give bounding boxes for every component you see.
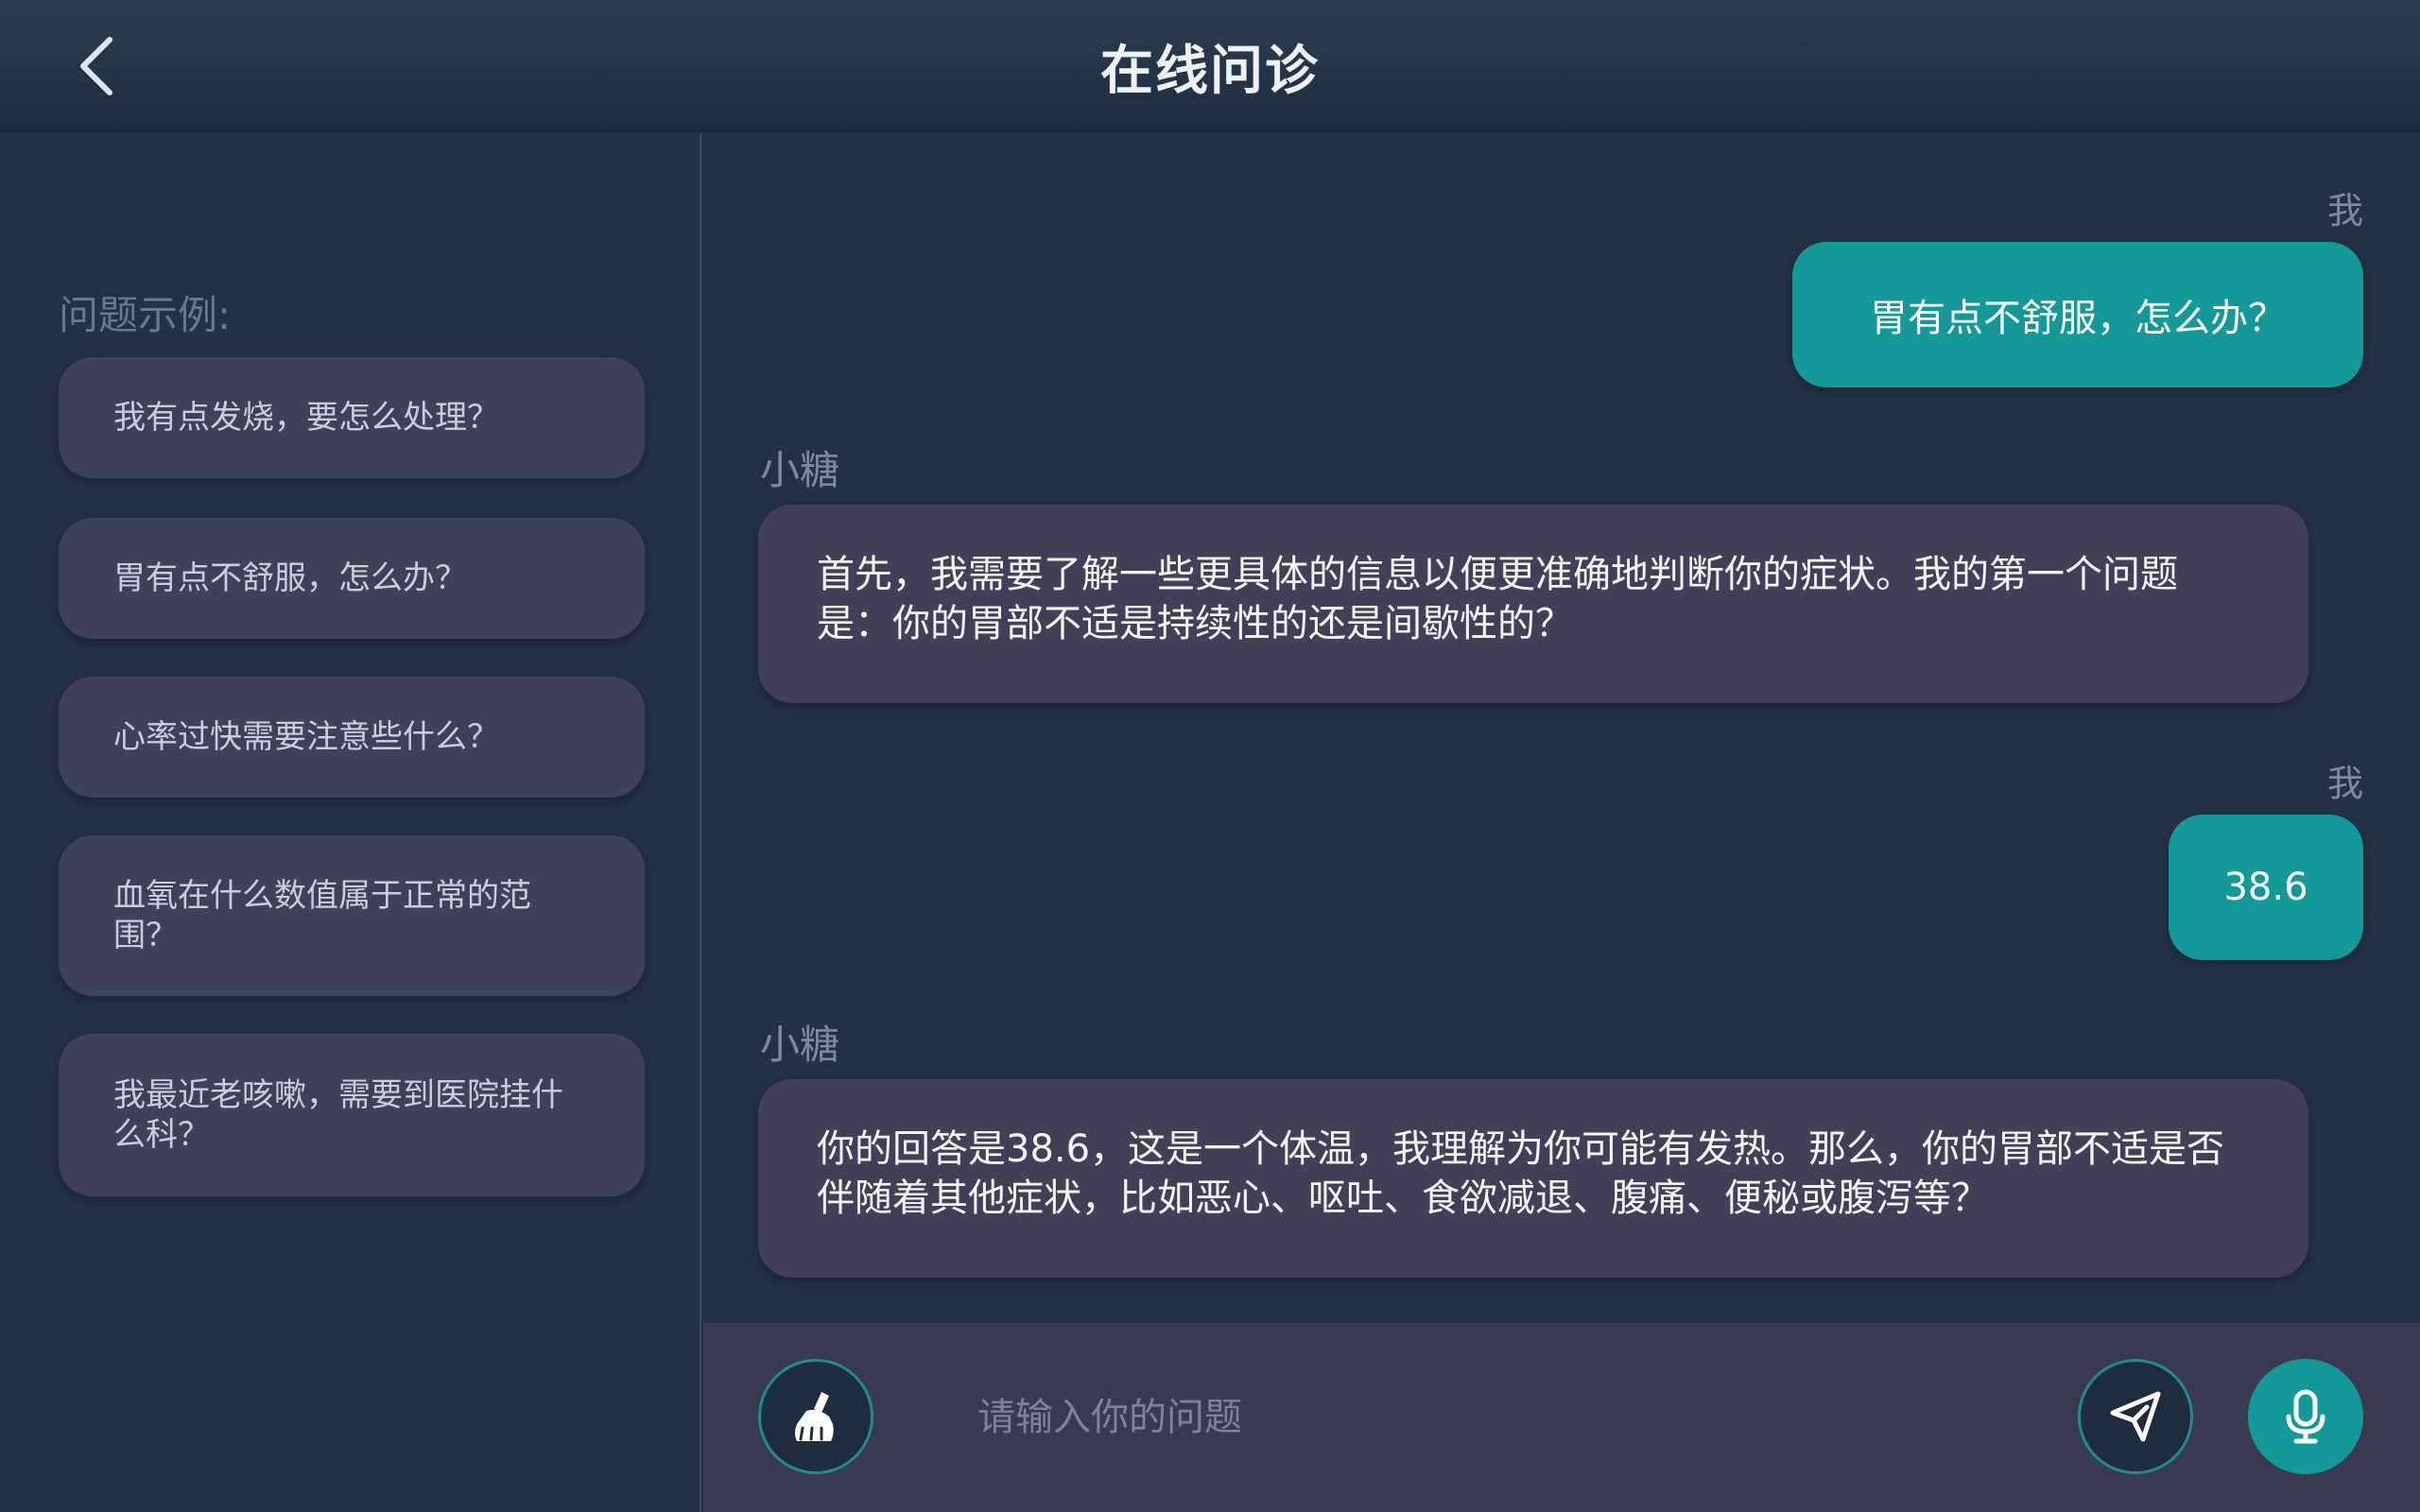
example-question-4[interactable]: 血氧在什么数值属于正常的范围？ [59, 835, 645, 996]
example-question-1[interactable]: 我有点发烧，要怎么处理？ [59, 357, 645, 478]
app-root: 在线问诊 问题示例: 我有点发烧，要怎么处理？ 胃有点不舒服，怎么办？ 心率过快… [0, 0, 2420, 1512]
voice-input-button[interactable] [2248, 1359, 2363, 1474]
sender-label-me: 我 [2326, 190, 2363, 232]
example-question-text: 心率过快需要注意些什么？ [113, 718, 499, 756]
example-question-5[interactable]: 我最近老咳嗽，需要到医院挂什么科？ [59, 1034, 645, 1196]
bot-message-bubble: 你的回答是38.6，这是一个体温，我理解为你可能有发热。那么，你的胃部不适是否伴… [758, 1079, 2308, 1278]
sender-label-bot: 小糖 [760, 447, 840, 493]
example-question-text: 我有点发烧，要怎么处理？ [113, 399, 499, 437]
send-icon [2110, 1391, 2161, 1442]
example-question-3[interactable]: 心率过快需要注意些什么？ [59, 677, 645, 798]
examples-title: 问题示例: [59, 292, 232, 338]
chat-area: 我 胃有点不舒服，怎么办？ 小糖 首先，我需要了解一些更具体的信息以便更准确地判… [703, 134, 2420, 1323]
question-input[interactable] [977, 1380, 2017, 1455]
example-question-text: 胃有点不舒服，怎么办？ [113, 559, 467, 597]
sender-label-me: 我 [2326, 763, 2363, 804]
input-bar [703, 1323, 2420, 1512]
sender-label-bot: 小糖 [760, 1022, 840, 1068]
user-message-bubble: 胃有点不舒服，怎么办？ [1792, 242, 2363, 387]
header: 在线问诊 [0, 0, 2420, 132]
example-question-2[interactable]: 胃有点不舒服，怎么办？ [59, 518, 645, 639]
page-title: 在线问诊 [1100, 41, 1320, 102]
broom-icon [795, 1392, 834, 1441]
example-question-text: 血氧在什么数值属于正常的范围？ [113, 877, 531, 954]
examples-panel: 问题示例: 我有点发烧，要怎么处理？ 胃有点不舒服，怎么办？ 心率过快需要注意些… [0, 134, 701, 1512]
example-question-text: 我最近老咳嗽，需要到医院挂什么科？ [113, 1076, 563, 1154]
user-message-bubble: 38.6 [2169, 815, 2363, 960]
microphone-icon [2286, 1389, 2325, 1444]
clear-button[interactable] [758, 1359, 873, 1474]
bot-message-bubble: 首先，我需要了解一些更具体的信息以便更准确地判断你的症状。我的第一个问题是：你的… [758, 505, 2308, 703]
send-button[interactable] [2078, 1359, 2193, 1474]
